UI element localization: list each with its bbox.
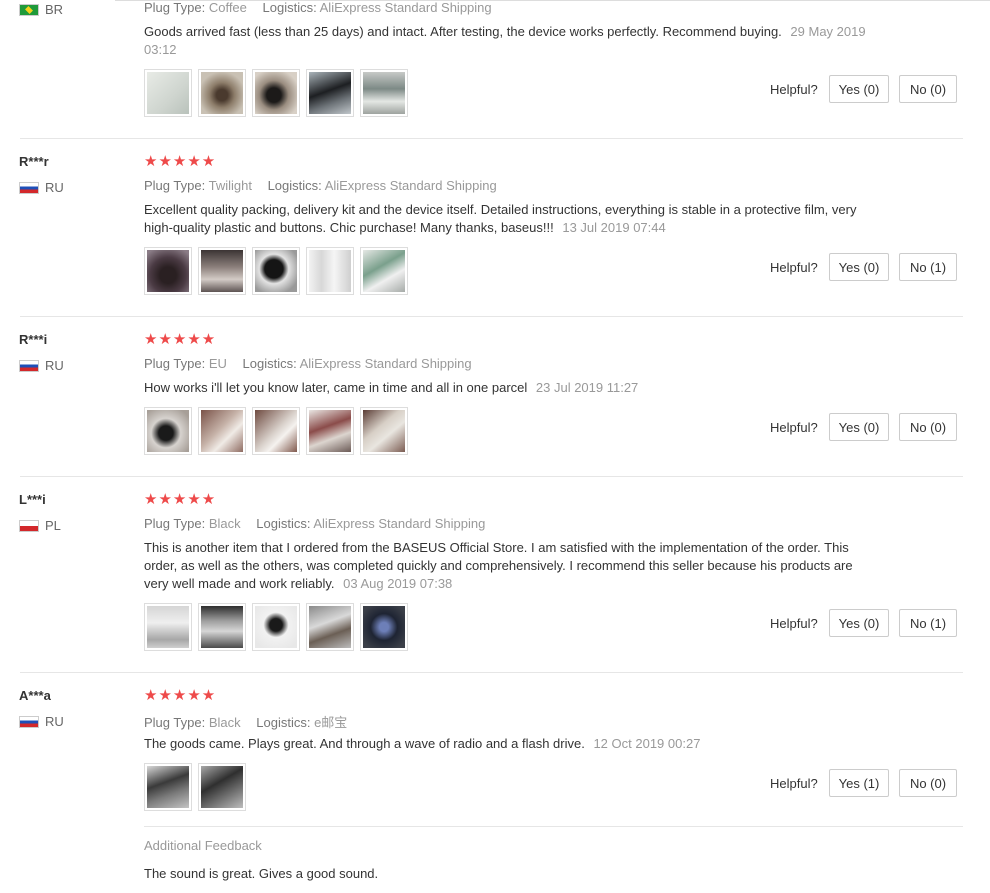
review-photo[interactable] (252, 603, 300, 651)
review-photos (144, 603, 408, 651)
reviewer-country: RU (19, 180, 64, 195)
review-photo[interactable] (144, 603, 192, 651)
review-photos (144, 407, 408, 455)
review-divider (20, 672, 963, 673)
plug-type-value: Black (208, 516, 241, 531)
helpful-yes-button[interactable]: Yes (0) (829, 413, 889, 441)
helpful-no-button[interactable]: No (0) (899, 769, 957, 797)
review-date: 13 Jul 2019 07:44 (562, 220, 666, 235)
review-date: 12 Oct 2019 00:27 (593, 736, 701, 751)
review-date: 03 Aug 2019 07:38 (343, 576, 453, 591)
rating-stars: ★★★★★ (144, 331, 217, 348)
reviewer-name: A***a (19, 688, 51, 703)
review-text: How works i'll let you know later, came … (144, 380, 639, 395)
logistics-value: AliExpress Standard Shipping (299, 356, 472, 371)
flag-russia-icon (19, 715, 39, 728)
logistics-value: AliExpress Standard Shipping (319, 0, 492, 15)
review-date: 23 Jul 2019 11:27 (535, 380, 639, 395)
review-photo[interactable] (306, 603, 354, 651)
helpful-yes-button[interactable]: Yes (0) (829, 75, 889, 103)
review-photo[interactable] (144, 407, 192, 455)
additional-feedback-text: The sound is great. Gives a good sound. (144, 866, 379, 881)
review-meta: Plug Type: Black Logistics: e邮宝 (144, 715, 348, 730)
review-photos (144, 69, 408, 117)
reviewer-country: RU (19, 358, 64, 373)
helpful-yes-button[interactable]: Yes (1) (829, 769, 889, 797)
review-photo[interactable] (360, 407, 408, 455)
plug-type-value: EU (208, 356, 227, 371)
logistics-value: AliExpress Standard Shipping (313, 516, 486, 531)
helpful-label: Helpful? (770, 82, 818, 97)
review-photo[interactable] (252, 247, 300, 295)
review-photo[interactable] (360, 247, 408, 295)
review-photo[interactable] (306, 69, 354, 117)
flag-russia-icon (19, 181, 39, 194)
plug-type-value: Twilight (208, 178, 252, 193)
helpful-no-button[interactable]: No (0) (899, 75, 957, 103)
review-divider (20, 476, 963, 477)
additional-feedback-title: Additional Feedback (144, 838, 262, 853)
helpful-no-button[interactable]: No (0) (899, 413, 957, 441)
review-photo[interactable] (144, 763, 192, 811)
review-photo[interactable] (252, 69, 300, 117)
reviewer-country: RU (19, 714, 64, 729)
reviewer-name: R***r (19, 154, 49, 169)
helpful-label: Helpful? (770, 260, 818, 275)
helpful-no-button[interactable]: No (1) (899, 609, 957, 637)
review-meta: Plug Type: EU Logistics: AliExpress Stan… (144, 356, 472, 371)
logistics-value: e邮宝 (314, 715, 348, 730)
helpful-label: Helpful? (770, 616, 818, 631)
review-photo[interactable] (144, 69, 192, 117)
review-photo[interactable] (198, 603, 246, 651)
plug-type-value: Coffee (208, 0, 247, 15)
helpful-label: Helpful? (770, 776, 818, 791)
flag-brazil-icon (19, 3, 39, 16)
helpful-label: Helpful? (770, 420, 818, 435)
review-photos (144, 763, 246, 811)
review-photo[interactable] (144, 247, 192, 295)
review-photo[interactable] (198, 407, 246, 455)
helpful-yes-button[interactable]: Yes (0) (829, 253, 889, 281)
plug-type-value: Black (208, 715, 241, 730)
review-photo[interactable] (198, 763, 246, 811)
review-photo[interactable] (306, 247, 354, 295)
review-photo[interactable] (198, 69, 246, 117)
helpful-yes-button[interactable]: Yes (0) (829, 609, 889, 637)
review-photo[interactable] (360, 603, 408, 651)
review-divider (20, 138, 963, 139)
flag-russia-icon (19, 359, 39, 372)
review-photo[interactable] (252, 407, 300, 455)
flag-poland-icon (19, 519, 39, 532)
review-meta: Plug Type: Twilight Logistics: AliExpres… (144, 178, 497, 193)
reviewer-country: PL (19, 518, 61, 533)
review-text: The goods came. Plays great. And through… (144, 736, 701, 751)
review-divider (20, 316, 963, 317)
reviewer-name: R***i (19, 332, 48, 347)
logistics-value: AliExpress Standard Shipping (324, 178, 497, 193)
rating-stars: ★★★★★ (144, 491, 217, 508)
reviewer-country: BR (19, 2, 63, 17)
review-text: Excellent quality packing, delivery kit … (144, 202, 857, 235)
review-photo[interactable] (360, 69, 408, 117)
helpful-no-button[interactable]: No (1) (899, 253, 957, 281)
review-text: Goods arrived fast (less than 25 days) a… (144, 24, 866, 57)
review-meta: Plug Type: Coffee Logistics: AliExpress … (144, 0, 492, 15)
rating-stars: ★★★★★ (144, 153, 217, 170)
reviewer-name: L***i (19, 492, 46, 507)
review-photo[interactable] (306, 407, 354, 455)
additional-feedback-divider (144, 826, 963, 827)
review-text: This is another item that I ordered from… (144, 540, 853, 591)
review-photos (144, 247, 408, 295)
rating-stars: ★★★★★ (144, 687, 217, 704)
review-meta: Plug Type: Black Logistics: AliExpress S… (144, 516, 486, 531)
review-photo[interactable] (198, 247, 246, 295)
